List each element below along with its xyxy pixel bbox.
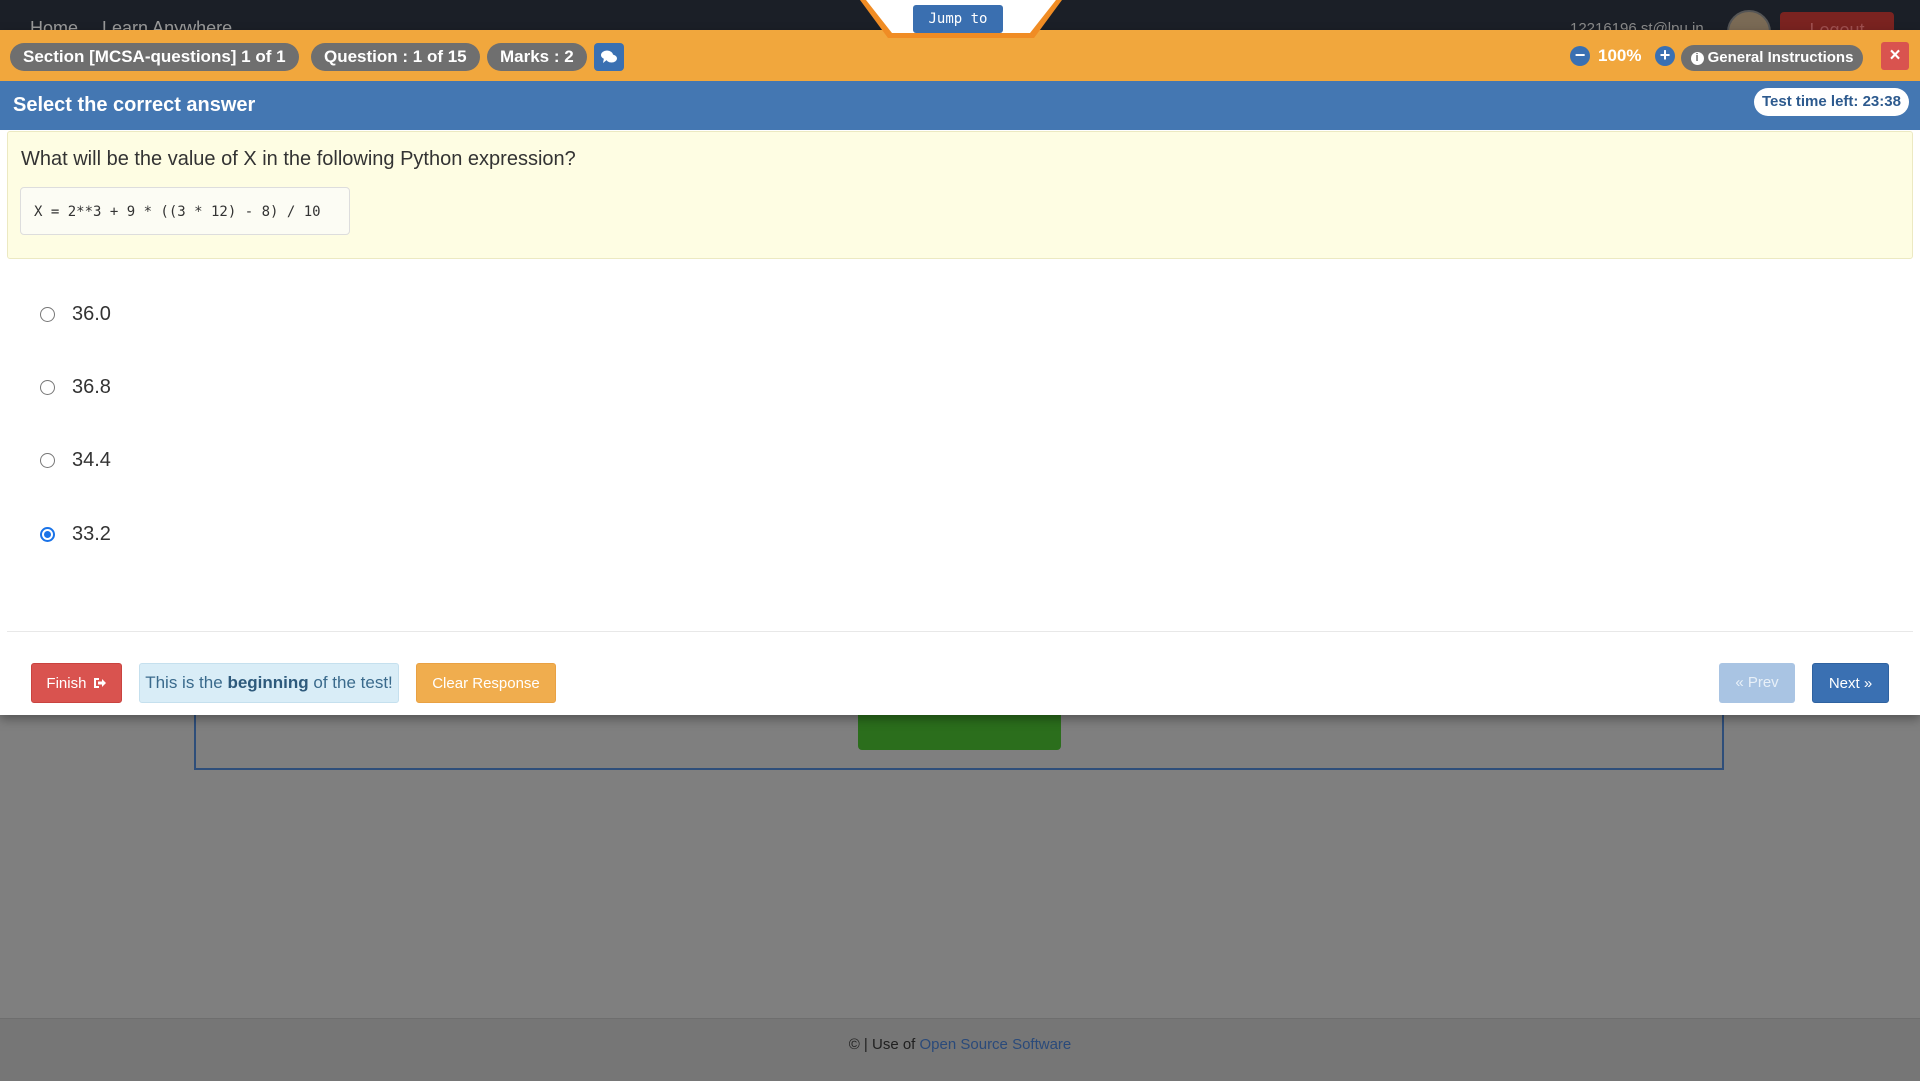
modal-subheader-bar: Select the correct answer xyxy=(0,81,1920,130)
option-1[interactable]: 36.0 xyxy=(40,294,111,334)
question-modal: Section [MCSA-questions] 1 of 1 Question… xyxy=(0,30,1920,715)
jump-to-button[interactable]: Jump to xyxy=(913,5,1003,33)
option-3-radio[interactable] xyxy=(40,452,55,468)
question-code: X = 2**3 + 9 * ((3 * 12) - 8) / 10 xyxy=(20,187,350,235)
instruction-title: Select the correct answer xyxy=(13,94,256,116)
test-timer: Test time left: 23:38 xyxy=(1754,88,1909,116)
zoom-out-icon[interactable]: − xyxy=(1570,46,1590,66)
prev-button[interactable]: « Prev xyxy=(1719,663,1795,703)
general-instructions-button[interactable]: i General Instructions xyxy=(1681,45,1863,71)
finish-label: Finish xyxy=(46,675,87,692)
footer-prefix: © | Use of xyxy=(848,1036,916,1053)
jump-tab: Jump to xyxy=(860,0,1062,38)
option-4-label: 33.2 xyxy=(72,522,111,545)
next-button[interactable]: Next » xyxy=(1812,663,1889,703)
question-badge: Question : 1 of 15 xyxy=(311,43,480,71)
option-3[interactable]: 34.4 xyxy=(40,440,111,480)
double-chevron-left-icon: « xyxy=(1735,674,1744,691)
marks-badge: Marks : 2 xyxy=(487,43,587,71)
footer-text: © | Use of Open Source Software xyxy=(0,1036,1920,1053)
option-4[interactable]: 33.2 xyxy=(40,514,111,554)
section-badge: Section [MCSA-questions] 1 of 1 xyxy=(10,43,299,71)
footer-divider xyxy=(7,631,1913,632)
option-1-label: 36.0 xyxy=(72,302,111,325)
sign-out-icon xyxy=(93,678,106,688)
test-position-message: This is the beginning of the test! xyxy=(139,663,399,703)
clear-response-button[interactable]: Clear Response xyxy=(416,663,556,703)
next-label: Next xyxy=(1828,675,1860,692)
prev-label: Prev xyxy=(1747,674,1779,691)
option-2[interactable]: 36.8 xyxy=(40,367,111,407)
chat-icon xyxy=(601,50,617,63)
question-box: What will be the value of X in the follo… xyxy=(7,131,1913,259)
general-instructions-label: General Instructions xyxy=(1707,49,1854,66)
double-chevron-right-icon: » xyxy=(1863,675,1873,692)
info-bold: beginning xyxy=(227,673,309,692)
chat-button[interactable] xyxy=(594,43,624,71)
zoom-level: 100% xyxy=(1598,46,1642,65)
option-1-radio[interactable] xyxy=(40,306,55,322)
option-2-label: 36.8 xyxy=(72,375,111,398)
question-text: What will be the value of X in the follo… xyxy=(21,148,576,170)
close-button[interactable]: × xyxy=(1881,42,1909,70)
option-3-label: 34.4 xyxy=(72,448,111,471)
option-2-radio[interactable] xyxy=(40,379,55,395)
zoom-in-icon[interactable]: + xyxy=(1655,46,1675,66)
option-4-radio[interactable] xyxy=(40,526,55,542)
finish-button[interactable]: Finish xyxy=(31,663,122,703)
info-post: of the test! xyxy=(313,673,393,692)
open-source-link[interactable]: Open Source Software xyxy=(920,1036,1072,1053)
info-pre: This is the xyxy=(145,673,223,692)
info-icon: i xyxy=(1690,52,1704,65)
